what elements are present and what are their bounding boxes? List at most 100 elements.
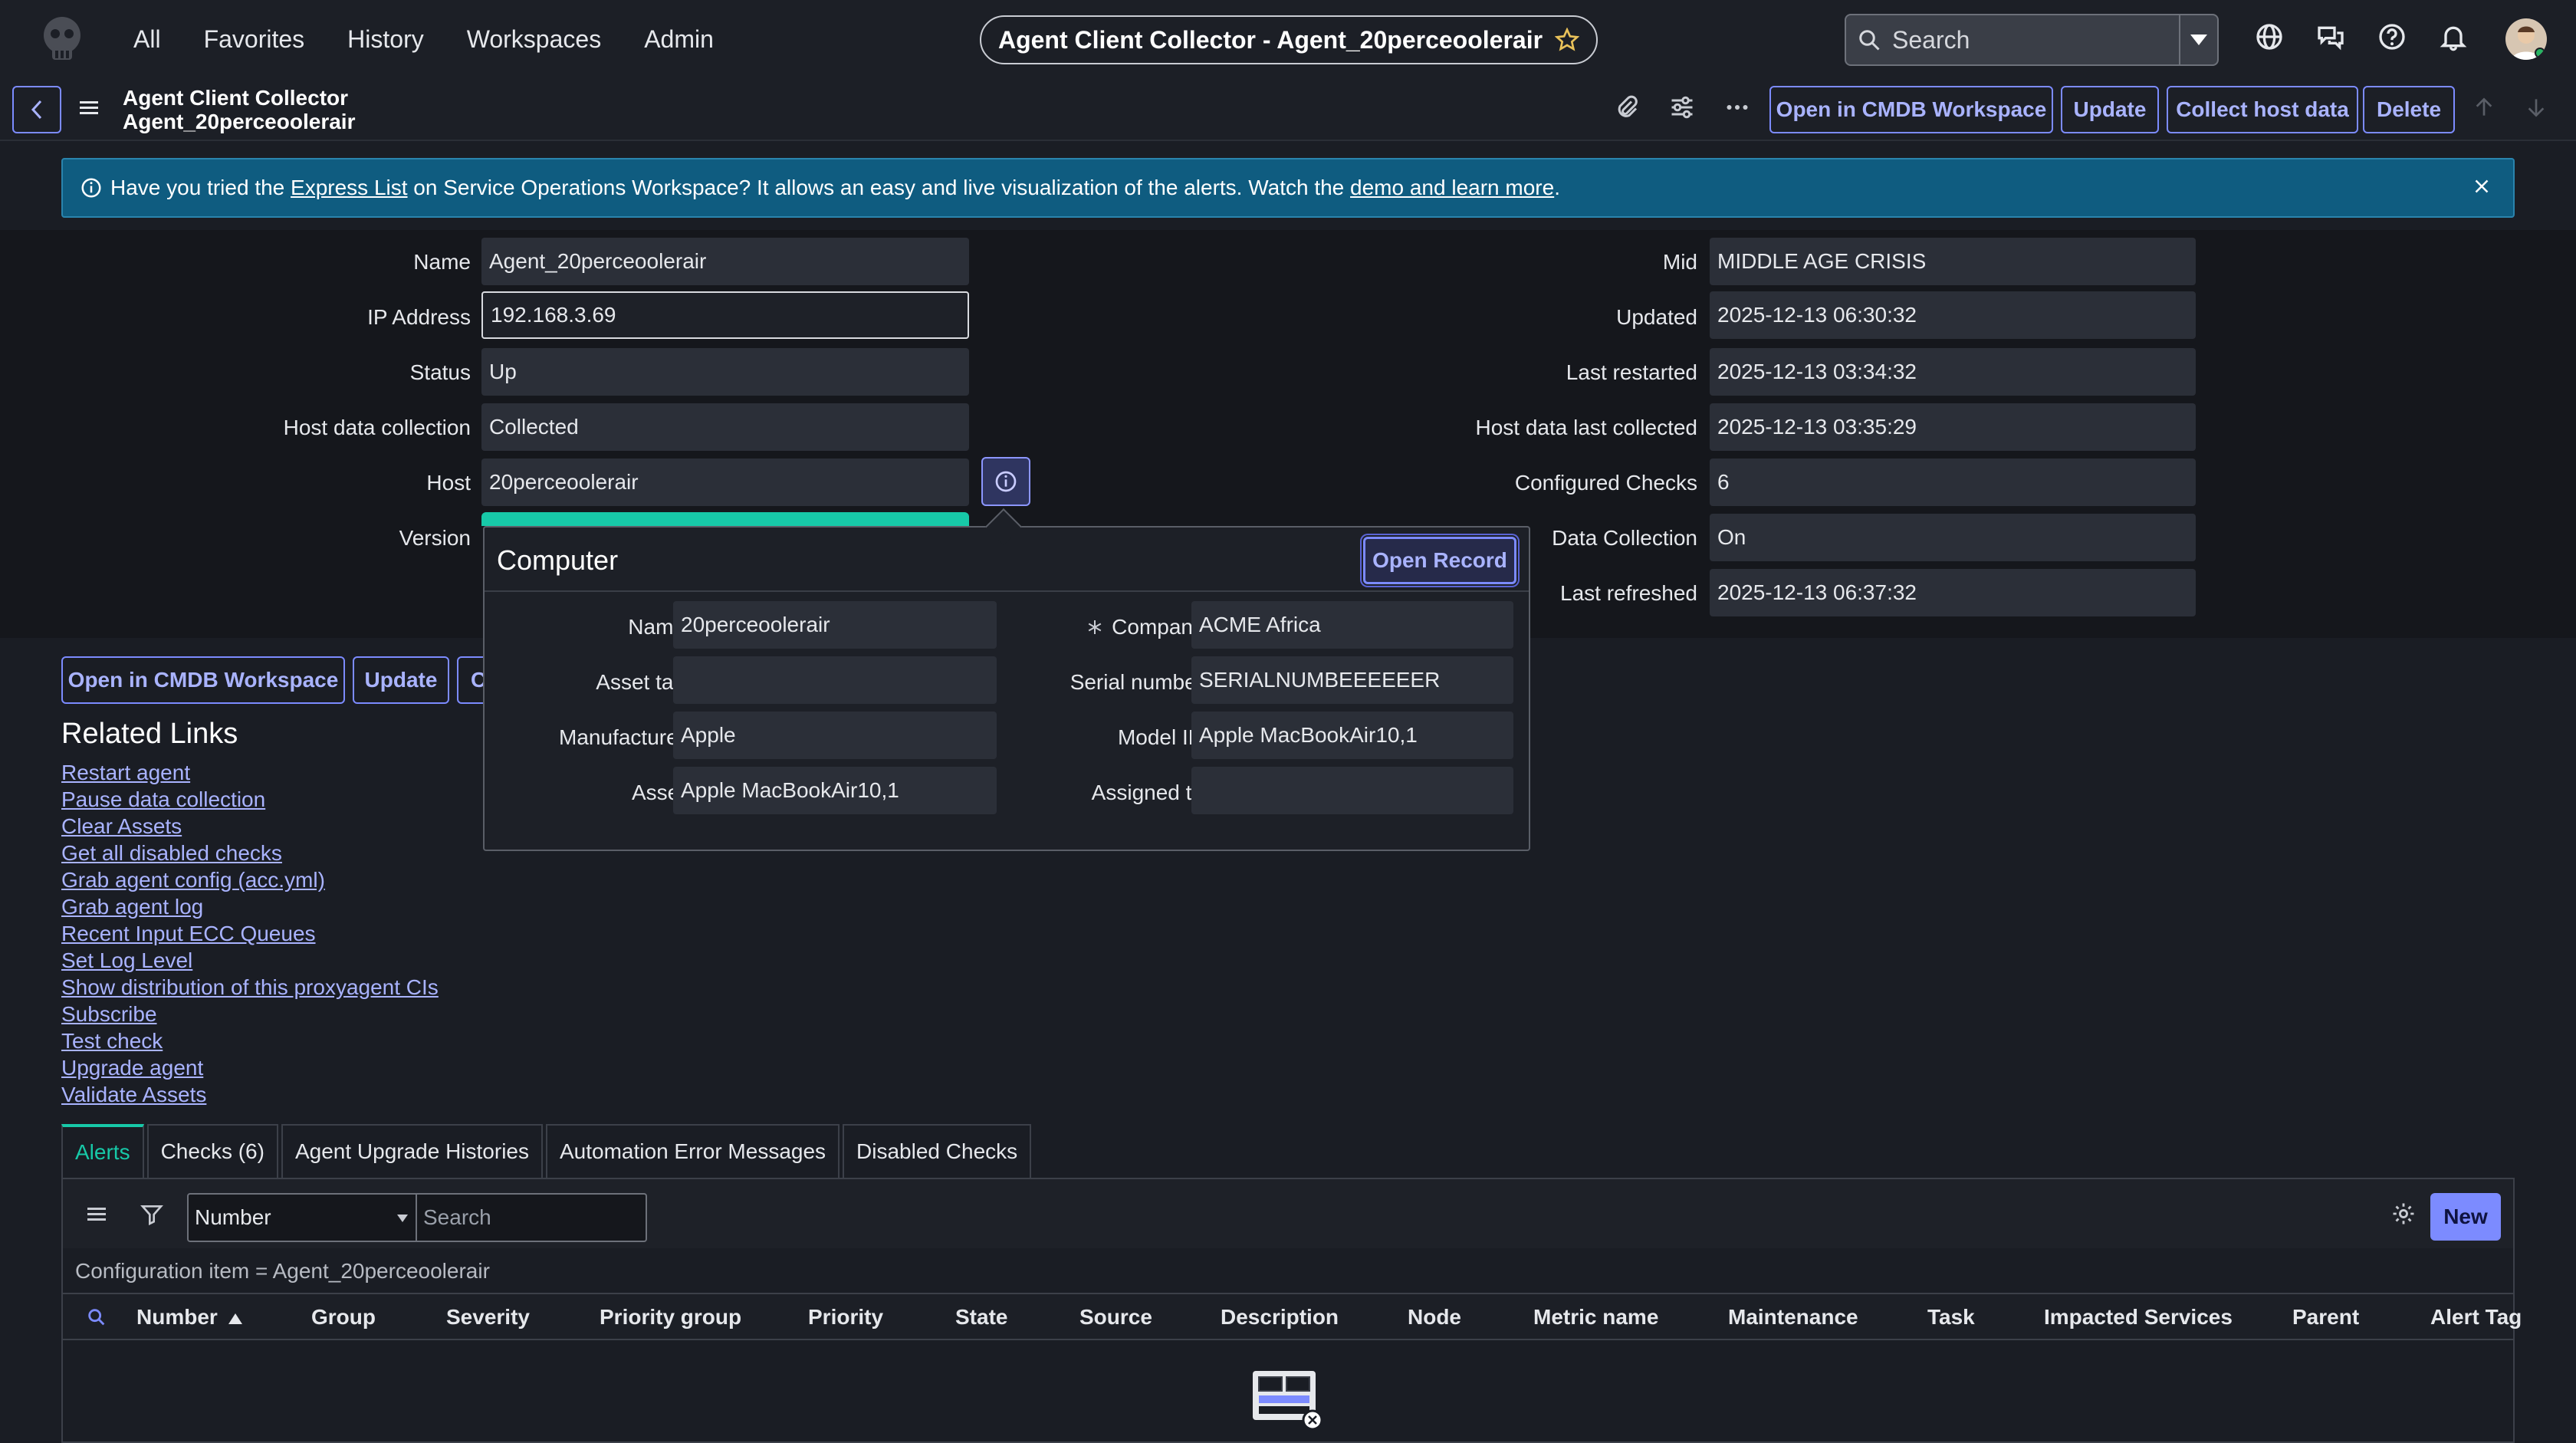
- tab-alerts[interactable]: Alerts: [61, 1124, 144, 1178]
- column-node[interactable]: Node: [1408, 1305, 1461, 1330]
- open-cmdb-workspace-button-bottom[interactable]: Open in CMDB Workspace: [61, 656, 345, 704]
- status-field[interactable]: Up: [481, 348, 969, 396]
- column-priority-group[interactable]: Priority group: [600, 1305, 741, 1330]
- tab-automation-error-messages[interactable]: Automation Error Messages: [546, 1124, 840, 1178]
- open-record-button[interactable]: Open Record: [1363, 537, 1516, 584]
- column-number[interactable]: Number: [136, 1305, 242, 1330]
- link-upgrade-agent[interactable]: Upgrade agent: [61, 1054, 439, 1081]
- ip-address-field[interactable]: 192.168.3.69: [481, 291, 969, 339]
- link-grab-agent-config[interactable]: Grab agent config (acc.yml): [61, 866, 439, 893]
- context-title[interactable]: Agent Client Collector - Agent_20perceoo…: [980, 15, 1598, 64]
- link-get-all-disabled-checks[interactable]: Get all disabled checks: [61, 840, 439, 866]
- chat-icon[interactable]: [2315, 21, 2346, 52]
- host-field[interactable]: 20perceoolerair: [481, 459, 969, 506]
- search-scope-dropdown[interactable]: [2179, 15, 2217, 64]
- update-button[interactable]: Update: [2061, 86, 2159, 133]
- close-icon[interactable]: [2470, 175, 2493, 203]
- column-impacted-services[interactable]: Impacted Services: [2044, 1305, 2233, 1330]
- star-icon[interactable]: [1555, 28, 1580, 52]
- collect-host-data-button[interactable]: Collect host data: [2167, 86, 2358, 133]
- paperclip-icon[interactable]: [1613, 94, 1641, 121]
- nav-links: All Favorites History Workspaces Admin: [133, 0, 714, 78]
- sort-ascending-icon: [228, 1313, 242, 1324]
- popup-asset-field[interactable]: Apple MacBookAir10,1: [673, 767, 997, 814]
- update-button-bottom[interactable]: Update: [353, 656, 449, 704]
- bell-icon[interactable]: [2438, 21, 2469, 52]
- tab-agent-upgrade-histories[interactable]: Agent Upgrade Histories: [281, 1124, 543, 1178]
- link-clear-assets[interactable]: Clear Assets: [61, 813, 439, 840]
- logo-icon[interactable]: [38, 14, 86, 64]
- back-button[interactable]: [12, 86, 61, 133]
- link-show-distribution[interactable]: Show distribution of this proxyagent CIs: [61, 974, 439, 1001]
- banner-text-prefix: Have you tried the: [110, 176, 291, 199]
- new-button[interactable]: New: [2430, 1193, 2501, 1241]
- column-parent[interactable]: Parent: [2292, 1305, 2359, 1330]
- global-search[interactable]: Search: [1845, 14, 2219, 66]
- popup-manufacturer-field[interactable]: Apple: [673, 712, 997, 759]
- sliders-icon[interactable]: [1668, 94, 1696, 121]
- column-alert-tag[interactable]: Alert Tag: [2430, 1305, 2522, 1330]
- search-field-select-value: Number: [195, 1205, 271, 1229]
- column-group[interactable]: Group: [311, 1305, 376, 1330]
- user-avatar[interactable]: [2505, 18, 2547, 60]
- filter-icon[interactable]: [140, 1202, 164, 1227]
- delete-button[interactable]: Delete: [2363, 86, 2455, 133]
- configured-checks-field[interactable]: 6: [1710, 459, 2196, 506]
- link-test-check[interactable]: Test check: [61, 1027, 439, 1054]
- tab-disabled-checks[interactable]: Disabled Checks: [843, 1124, 1032, 1178]
- nav-all[interactable]: All: [133, 25, 161, 54]
- link-set-log-level[interactable]: Set Log Level: [61, 947, 439, 974]
- last-restarted-field[interactable]: 2025-12-13 03:34:32: [1710, 348, 2196, 396]
- popup-serial-number-field[interactable]: SERIALNUMBEEEEEER: [1191, 656, 1513, 704]
- link-restart-agent[interactable]: Restart agent: [61, 759, 439, 786]
- arrow-down-icon[interactable]: [2524, 94, 2548, 121]
- column-state[interactable]: State: [955, 1305, 1007, 1330]
- column-description[interactable]: Description: [1221, 1305, 1339, 1330]
- search-icon[interactable]: [86, 1307, 107, 1328]
- column-metric-name[interactable]: Metric name: [1533, 1305, 1658, 1330]
- column-severity[interactable]: Severity: [446, 1305, 530, 1330]
- version-label: Version: [399, 526, 471, 550]
- column-source[interactable]: Source: [1079, 1305, 1152, 1330]
- nav-favorites[interactable]: Favorites: [204, 25, 305, 54]
- link-pause-data-collection[interactable]: Pause data collection: [61, 786, 439, 813]
- list-menu-icon[interactable]: [87, 1205, 109, 1224]
- column-priority[interactable]: Priority: [808, 1305, 883, 1330]
- arrow-up-icon[interactable]: [2472, 94, 2496, 121]
- data-collection-field[interactable]: On: [1710, 514, 2196, 561]
- link-grab-agent-log[interactable]: Grab agent log: [61, 893, 439, 920]
- gear-icon[interactable]: [2390, 1201, 2417, 1227]
- popup-model-id-field[interactable]: Apple MacBookAir10,1: [1191, 712, 1513, 759]
- globe-icon[interactable]: [2254, 21, 2285, 52]
- popup-assigned-to-field[interactable]: [1191, 767, 1513, 814]
- host-data-last-collected-field[interactable]: 2025-12-13 03:35:29: [1710, 403, 2196, 451]
- nav-admin[interactable]: Admin: [644, 25, 714, 54]
- search-field-select[interactable]: Number: [187, 1193, 417, 1242]
- host-preview-button[interactable]: [981, 457, 1030, 506]
- filter-breadcrumb[interactable]: Configuration item = Agent_20perceoolera…: [75, 1259, 490, 1284]
- menu-icon[interactable]: [80, 98, 101, 123]
- link-validate-assets[interactable]: Validate Assets: [61, 1081, 439, 1108]
- list-search-input[interactable]: Search: [417, 1193, 647, 1242]
- demo-learn-more-link[interactable]: demo and learn more: [1350, 176, 1554, 200]
- column-task[interactable]: Task: [1927, 1305, 1975, 1330]
- open-cmdb-workspace-button[interactable]: Open in CMDB Workspace: [1769, 86, 2053, 133]
- popup-company-field[interactable]: ACME Africa: [1191, 601, 1513, 649]
- tab-checks[interactable]: Checks (6): [146, 1124, 278, 1178]
- popup-name-field[interactable]: 20perceoolerair: [673, 601, 997, 649]
- column-maintenance[interactable]: Maintenance: [1728, 1305, 1858, 1330]
- mid-field[interactable]: MIDDLE AGE CRISIS: [1710, 238, 2196, 285]
- nav-workspaces[interactable]: Workspaces: [467, 25, 601, 54]
- link-recent-input-ecc-queues[interactable]: Recent Input ECC Queues: [61, 920, 439, 947]
- host-data-collection-field[interactable]: Collected: [481, 403, 969, 451]
- updated-field[interactable]: 2025-12-13 06:30:32: [1710, 291, 2196, 339]
- popup-asset-tag-field[interactable]: [673, 656, 997, 704]
- last-refreshed-field[interactable]: 2025-12-13 06:37:32: [1710, 569, 2196, 616]
- express-list-link[interactable]: Express List: [291, 176, 408, 200]
- name-field[interactable]: Agent_20perceoolerair: [481, 238, 969, 285]
- record-title-name: Agent_20perceoolerair: [123, 110, 356, 133]
- more-options-icon[interactable]: [1723, 94, 1751, 121]
- help-icon[interactable]: [2377, 21, 2407, 52]
- nav-history[interactable]: History: [347, 25, 424, 54]
- link-subscribe[interactable]: Subscribe: [61, 1001, 439, 1027]
